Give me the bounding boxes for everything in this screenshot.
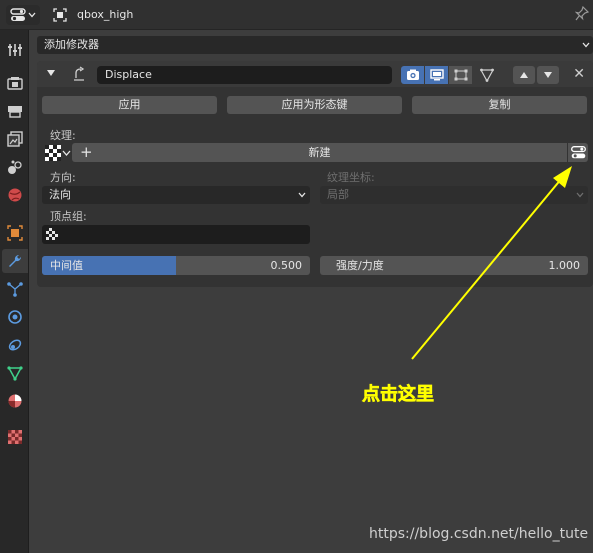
annotation-text: 点击这里 [362,384,435,406]
annotation-arrow [411,166,572,360]
watermark: https://blog.csdn.net/hello_tute [369,526,589,542]
